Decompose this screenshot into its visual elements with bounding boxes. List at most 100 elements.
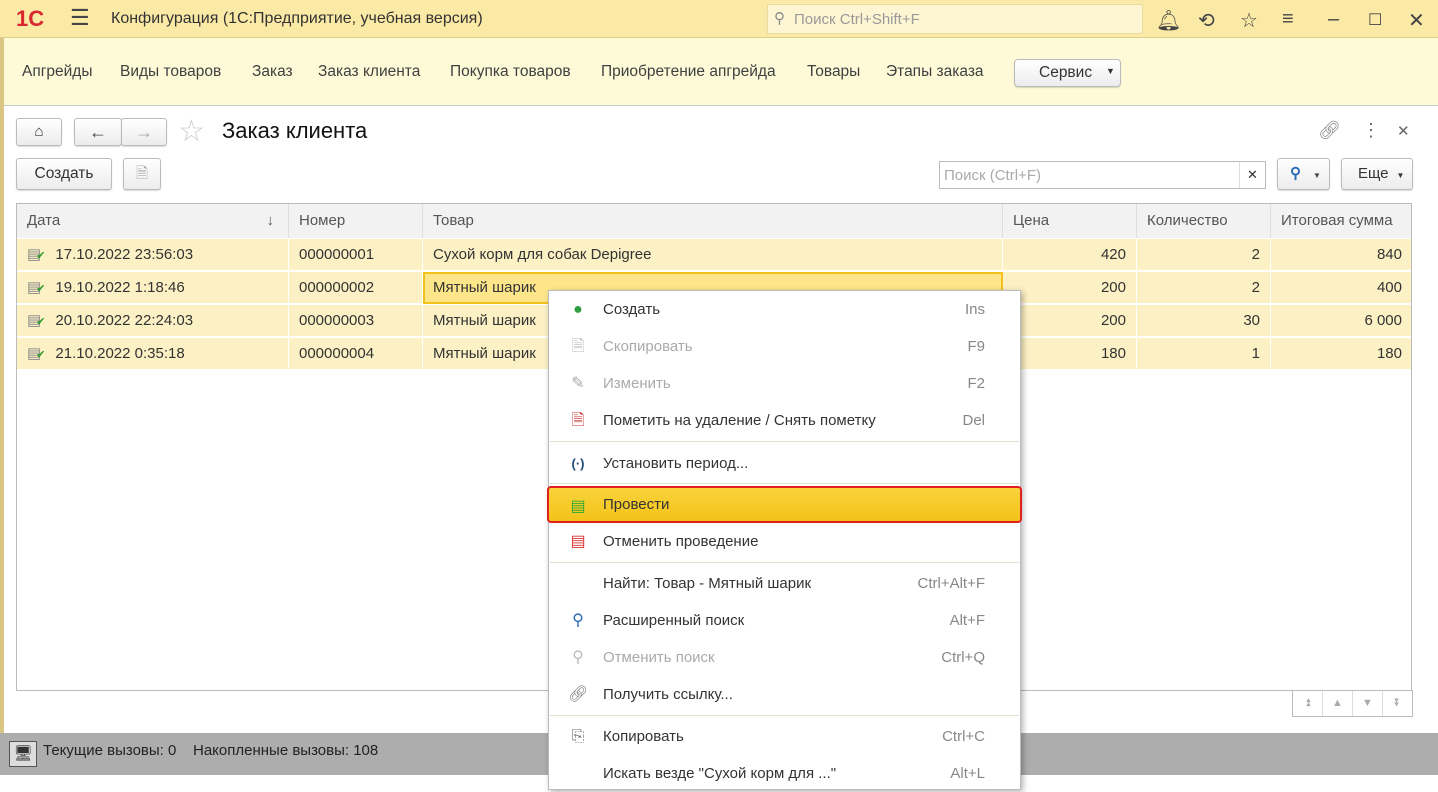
section-products[interactable]: Товары	[807, 63, 860, 81]
cell-date[interactable]: ▤✔ 19.10.2022 1:18:46	[17, 272, 289, 304]
link-icon[interactable]: 🔗︎	[1318, 120, 1341, 141]
menu-item-label: Создать	[603, 301, 661, 318]
search-field[interactable]: Поиск (Ctrl+F) ✕	[939, 161, 1266, 189]
search-button[interactable]: ⚲ ▼	[1277, 158, 1330, 190]
cell-price[interactable]: 200	[1003, 272, 1137, 304]
cell-qty[interactable]: 2	[1137, 272, 1271, 304]
cell-price[interactable]: 200	[1003, 305, 1137, 337]
menu-item-shortcut: Ctrl+C	[942, 728, 985, 745]
maximize-icon[interactable]: ☐	[1368, 10, 1382, 30]
create-button[interactable]: Создать	[16, 158, 112, 190]
cell-number[interactable]: 000000004	[289, 338, 423, 370]
menu-item-label: Отменить поиск	[603, 649, 715, 666]
column-total[interactable]: Итоговая сумма	[1271, 204, 1411, 238]
section-product-types[interactable]: Виды товаров	[120, 63, 221, 81]
menu-item-copy[interactable]: ⎘ Копировать Ctrl+C	[549, 718, 1020, 755]
menu-item-item12[interactable]: Искать везде "Сухой корм для ..." Alt+L	[549, 755, 1020, 792]
copy-button[interactable]: 🗎	[123, 158, 161, 190]
back-button[interactable]: ←	[74, 118, 122, 146]
section-upgrade-acquisition[interactable]: Приобретение апгрейда	[601, 63, 776, 81]
section-order-stages[interactable]: Этапы заказа	[886, 63, 984, 81]
section-client-order[interactable]: Заказ клиента	[318, 63, 420, 81]
column-number[interactable]: Номер	[289, 204, 423, 238]
section-order[interactable]: Заказ	[252, 63, 293, 81]
cell-date[interactable]: ▤✔ 20.10.2022 22:24:03	[17, 305, 289, 337]
cell-total[interactable]: 180	[1271, 338, 1411, 370]
home-button[interactable]: ⌂	[16, 118, 62, 146]
settings-icon[interactable]: ≡	[1282, 8, 1294, 31]
product-text: Сухой корм для собак Depigree	[433, 246, 652, 263]
service-label: Сервис	[1039, 64, 1093, 81]
close-window-icon[interactable]: ✕	[1408, 8, 1425, 33]
table-row[interactable]: ▤✔ 17.10.2022 23:56:03 000000001 Сухой корм…	[17, 239, 1411, 271]
menu-item-cancel-search[interactable]: ⚲ Отменить поиск Ctrl+Q	[549, 639, 1020, 676]
scroll-last-icon[interactable]: ⏬︎	[1383, 691, 1412, 716]
forward-button[interactable]: →	[121, 118, 167, 146]
menu-item-link[interactable]: 🔗︎ Получить ссылку...	[549, 676, 1020, 713]
menu-item-shortcut: F9	[967, 338, 985, 355]
cell-price[interactable]: 420	[1003, 239, 1137, 271]
menu-item-unpost[interactable]: ▤ Отменить проведение	[549, 523, 1020, 560]
cell-product[interactable]: Сухой корм для собак Depigree	[423, 239, 1003, 271]
section-purchase[interactable]: Покупка товаров	[450, 63, 571, 81]
menu-item-copy-doc[interactable]: 🗎 Скопировать F9	[549, 328, 1020, 365]
more-button[interactable]: Еще ▼	[1341, 158, 1413, 190]
minimize-icon[interactable]: –	[1328, 8, 1339, 31]
product-text: Мятный шарик	[433, 279, 536, 296]
more-actions-icon[interactable]: ⋮	[1362, 120, 1380, 141]
history-icon[interactable]: ⟲	[1198, 8, 1215, 33]
copy-doc-icon: 🗎	[135, 165, 149, 182]
menu-item-pencil[interactable]: ✎ Изменить F2	[549, 365, 1020, 402]
left-border	[0, 38, 4, 738]
scroll-first-icon[interactable]: ⏫︎	[1293, 691, 1323, 716]
link-icon: 🔗︎	[568, 686, 589, 703]
column-product[interactable]: Товар	[423, 204, 1003, 238]
cell-qty[interactable]: 30	[1137, 305, 1271, 337]
cell-qty[interactable]: 2	[1137, 239, 1271, 271]
cancel-search-icon: ⚲	[572, 649, 584, 666]
cell-number[interactable]: 000000001	[289, 239, 423, 271]
cell-total[interactable]: 400	[1271, 272, 1411, 304]
main-menu-icon[interactable]: ☰	[70, 5, 90, 31]
menu-item-item7[interactable]: Найти: Товар - Мятный шарик Ctrl+Alt+F	[549, 565, 1020, 602]
column-price[interactable]: Цена	[1003, 204, 1137, 238]
menu-item-delete-mark[interactable]: 🗎 Пометить на удаление / Снять пометку Del	[549, 402, 1020, 439]
dropdown-arrow-icon: ▼	[1313, 171, 1321, 180]
plus-circle-icon: ●	[573, 301, 583, 318]
menu-item-plus-circle[interactable]: ● Создать Ins	[549, 291, 1020, 328]
cell-qty[interactable]: 1	[1137, 338, 1271, 370]
cell-price[interactable]: 180	[1003, 338, 1137, 370]
clear-search-icon[interactable]: ✕	[1239, 162, 1265, 188]
copy-icon: ⎘	[571, 728, 585, 745]
scroll-up-icon[interactable]: ▲	[1323, 691, 1353, 716]
cell-total[interactable]: 840	[1271, 239, 1411, 271]
menu-separator	[550, 715, 1019, 716]
column-quantity[interactable]: Количество	[1137, 204, 1271, 238]
menu-item-shortcut: F2	[967, 375, 985, 392]
posted-document-icon: ▤✔	[27, 279, 46, 296]
cell-date[interactable]: ▤✔ 21.10.2022 0:35:18	[17, 338, 289, 370]
favorite-star-icon[interactable]: ☆	[178, 114, 205, 149]
product-text: Мятный шарик	[433, 345, 536, 362]
total-text: 840	[1376, 246, 1402, 263]
context-menu: ● Создать Ins 🗎 Скопировать F9 ✎ Изменить F2 🗎 Пом…	[547, 290, 1022, 792]
more-label: Еще	[1358, 165, 1389, 182]
1c-logo[interactable]: 1С	[16, 6, 44, 32]
bell-icon[interactable]: 🔔︎	[1156, 8, 1181, 33]
cell-number[interactable]: 000000003	[289, 305, 423, 337]
monitor-icon[interactable]: 🖥︎	[9, 741, 37, 767]
menu-item-post[interactable]: ▤ Провести	[547, 486, 1022, 523]
column-date[interactable]: Дата ↓	[17, 204, 289, 238]
close-form-icon[interactable]: ✕	[1397, 122, 1410, 140]
cell-number[interactable]: 000000002	[289, 272, 423, 304]
sections-panel: Апгрейды Виды товаров Заказ Заказ клиент…	[0, 38, 1438, 106]
menu-item-search[interactable]: ⚲ Расширенный поиск Alt+F	[549, 602, 1020, 639]
cell-total[interactable]: 6 000	[1271, 305, 1411, 337]
scroll-down-icon[interactable]: ▼	[1353, 691, 1383, 716]
star-icon[interactable]: ☆	[1240, 8, 1258, 33]
global-search-input[interactable]: ⚲ Поиск Ctrl+Shift+F	[767, 4, 1143, 34]
menu-item-period[interactable]: (·) Установить период...	[549, 445, 1020, 482]
cell-date[interactable]: ▤✔ 17.10.2022 23:56:03	[17, 239, 289, 271]
section-upgrades[interactable]: Апгрейды	[22, 63, 92, 81]
service-button[interactable]: Сервис ▼	[1014, 59, 1121, 87]
